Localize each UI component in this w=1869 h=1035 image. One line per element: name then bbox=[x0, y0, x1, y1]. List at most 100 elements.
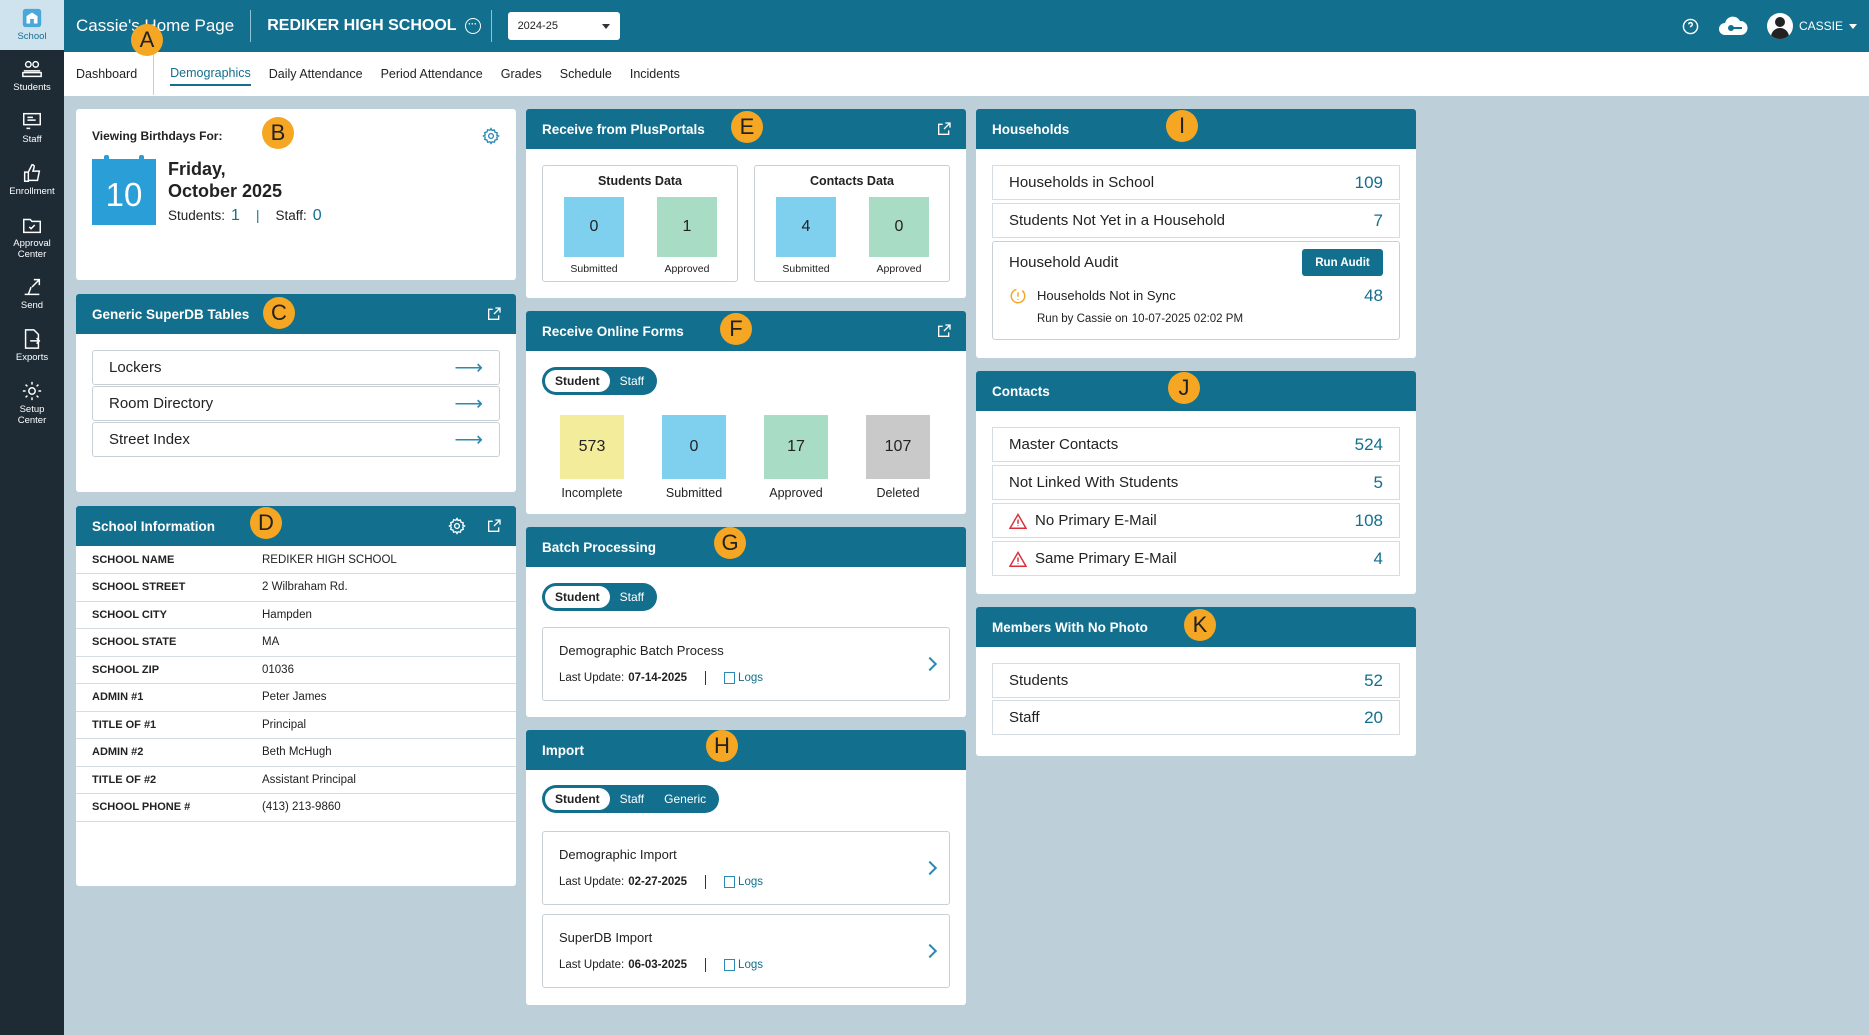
list-item[interactable]: Students 52 bbox=[992, 663, 1400, 698]
sidebar-item-enrollment[interactable]: Enrollment bbox=[0, 154, 64, 206]
tab-period-attendance[interactable]: Period Attendance bbox=[381, 63, 483, 85]
list-item[interactable]: Students Not Yet in a Household 7 bbox=[992, 203, 1400, 238]
batch-item-name: Demographic Batch Process bbox=[559, 643, 724, 658]
stat-label: Students Not Yet in a Household bbox=[1009, 212, 1225, 229]
help-icon[interactable] bbox=[1682, 18, 1699, 35]
contacts-data-title: Contacts Data bbox=[809, 174, 895, 188]
batch-card: Batch Processing Student Staff Demograph… bbox=[526, 527, 966, 717]
stat-approved[interactable]: 17 Approved bbox=[764, 415, 828, 500]
school-year-select[interactable]: 2024-25 bbox=[507, 12, 620, 40]
external-link-icon[interactable] bbox=[486, 518, 502, 534]
tab-demographics[interactable]: Demographics bbox=[170, 62, 251, 86]
sidebar-item-setup-center[interactable]: Setup Center bbox=[0, 372, 64, 434]
sidebar-item-exports[interactable]: Exports bbox=[0, 320, 64, 372]
list-item[interactable]: Not Linked With Students 5 bbox=[992, 465, 1400, 500]
batch-item[interactable]: Demographic Batch Process Last Update: 0… bbox=[542, 627, 950, 701]
students-submitted-count[interactable]: 0 bbox=[564, 197, 624, 257]
list-item[interactable]: Master Contacts 524 bbox=[992, 427, 1400, 462]
tab-dashboard[interactable]: Dashboard bbox=[76, 53, 155, 95]
sidebar-item-label: Send bbox=[20, 300, 44, 312]
contacts-approved-count[interactable]: 0 bbox=[869, 197, 929, 257]
gear-icon[interactable] bbox=[448, 517, 466, 535]
stat-deleted[interactable]: 107 Deleted bbox=[866, 415, 930, 500]
update-label: Last Update: bbox=[559, 959, 625, 971]
toggle-student[interactable]: Student bbox=[545, 788, 610, 810]
external-link-icon[interactable] bbox=[936, 121, 952, 137]
top-bar-right: CASSIE bbox=[1682, 0, 1857, 52]
toggle-student[interactable]: Student bbox=[545, 370, 610, 392]
import-item[interactable]: SuperDB Import Last Update: 06-03-2025 L… bbox=[542, 914, 950, 988]
tab-incidents[interactable]: Incidents bbox=[630, 63, 680, 85]
audit-meta: Run by Cassie on 10-07-2025 02:02 PM bbox=[1037, 313, 1243, 325]
stat-value: 52 bbox=[1364, 670, 1383, 690]
toggle-staff[interactable]: Staff bbox=[610, 370, 654, 392]
online-forms-title: Receive Online Forms bbox=[542, 323, 684, 339]
run-audit-button[interactable]: Run Audit bbox=[1302, 249, 1383, 276]
annotation-marker: B bbox=[262, 117, 294, 149]
stat-value: 20 bbox=[1364, 707, 1383, 727]
school-switcher[interactable]: REDIKER HIGH SCHOOL ··· bbox=[251, 10, 492, 42]
list-item[interactable]: Lockers ⟶ bbox=[92, 350, 500, 385]
stat-submitted[interactable]: 0 Submitted bbox=[662, 415, 726, 500]
stat-label: Students bbox=[1009, 672, 1069, 689]
external-link-icon[interactable] bbox=[486, 306, 502, 322]
update-label: Last Update: bbox=[559, 672, 625, 684]
stat-value: 524 bbox=[1354, 434, 1383, 454]
divider bbox=[705, 875, 707, 889]
birthdays-card: Viewing Birthdays For: 10 Friday, Octobe… bbox=[76, 109, 516, 280]
info-value: Hampden bbox=[246, 601, 516, 629]
more-options-icon[interactable]: ··· bbox=[464, 18, 481, 34]
import-item-meta: Last Update: 06-03-2025 Logs bbox=[559, 958, 763, 972]
table-row: SCHOOL NAME REDIKER HIGH SCHOOL bbox=[76, 546, 516, 574]
tab-grades[interactable]: Grades bbox=[501, 63, 542, 85]
import-header: Import bbox=[526, 730, 966, 770]
contacts-submitted-count[interactable]: 4 bbox=[776, 197, 836, 257]
stat-label: Master Contacts bbox=[1009, 436, 1119, 453]
households-card: Households Households in School 109 Stude… bbox=[976, 109, 1416, 358]
stat-incomplete[interactable]: 573 Incomplete bbox=[560, 415, 624, 500]
chevron-down-icon bbox=[601, 23, 610, 29]
sidebar-item-send[interactable]: Send bbox=[0, 268, 64, 320]
submitted-label: Submitted bbox=[782, 263, 830, 275]
school-name: REDIKER HIGH SCHOOL bbox=[267, 17, 457, 34]
toggle-staff[interactable]: Staff bbox=[610, 788, 654, 810]
list-item[interactable]: Street Index ⟶ bbox=[92, 422, 500, 457]
students-count[interactable]: 1 bbox=[231, 207, 240, 225]
sync-value[interactable]: 48 bbox=[1364, 286, 1383, 306]
import-item-meta: Last Update: 02-27-2025 Logs bbox=[559, 875, 763, 889]
sidebar-item-staff[interactable]: Staff bbox=[0, 102, 64, 154]
toggle-staff[interactable]: Staff bbox=[610, 586, 654, 608]
sidebar-item-school[interactable]: School bbox=[0, 0, 64, 50]
chevron-right-icon bbox=[922, 860, 938, 876]
birthdays-title: Viewing Birthdays For: bbox=[92, 129, 223, 143]
tab-daily-attendance[interactable]: Daily Attendance bbox=[269, 63, 363, 85]
toggle-generic[interactable]: Generic bbox=[654, 788, 716, 810]
school-info-card: School Information SCHOOL NAME REDIKER HI… bbox=[76, 506, 516, 886]
gear-icon[interactable] bbox=[482, 127, 500, 145]
household-audit-label: Household Audit bbox=[1009, 254, 1119, 271]
external-link-icon[interactable] bbox=[936, 323, 952, 339]
user-menu[interactable]: CASSIE bbox=[1766, 13, 1857, 39]
list-item[interactable]: Same Primary E-Mail 4 bbox=[992, 541, 1400, 576]
logs-link[interactable]: Logs bbox=[724, 672, 763, 684]
logs-link[interactable]: Logs bbox=[724, 959, 763, 971]
stat-label: Households in School bbox=[1009, 174, 1155, 191]
list-item[interactable]: Households in School 109 bbox=[992, 165, 1400, 200]
chevron-right-icon bbox=[922, 656, 938, 672]
import-item[interactable]: Demographic Import Last Update: 02-27-20… bbox=[542, 831, 950, 905]
table-row: SCHOOL PHONE # (413) 213-9860 bbox=[76, 793, 516, 822]
logs-link[interactable]: Logs bbox=[724, 876, 763, 888]
list-item[interactable]: Staff 20 bbox=[992, 700, 1400, 735]
annotation-marker: C bbox=[263, 297, 295, 329]
sidebar-item-approval-center[interactable]: Approval Center bbox=[0, 206, 64, 268]
students-approved-count[interactable]: 1 bbox=[657, 197, 717, 257]
table-row: TITLE OF #1 Principal bbox=[76, 711, 516, 739]
annotation-marker: E bbox=[731, 111, 763, 143]
list-item[interactable]: No Primary E-Mail 108 bbox=[992, 503, 1400, 538]
list-item[interactable]: Room Directory ⟶ bbox=[92, 386, 500, 421]
sidebar-item-students[interactable]: Students bbox=[0, 50, 64, 102]
toggle-student[interactable]: Student bbox=[545, 586, 610, 608]
staff-count[interactable]: 0 bbox=[313, 207, 322, 225]
tab-schedule[interactable]: Schedule bbox=[560, 63, 612, 85]
cloud-key-icon[interactable] bbox=[1717, 15, 1749, 37]
